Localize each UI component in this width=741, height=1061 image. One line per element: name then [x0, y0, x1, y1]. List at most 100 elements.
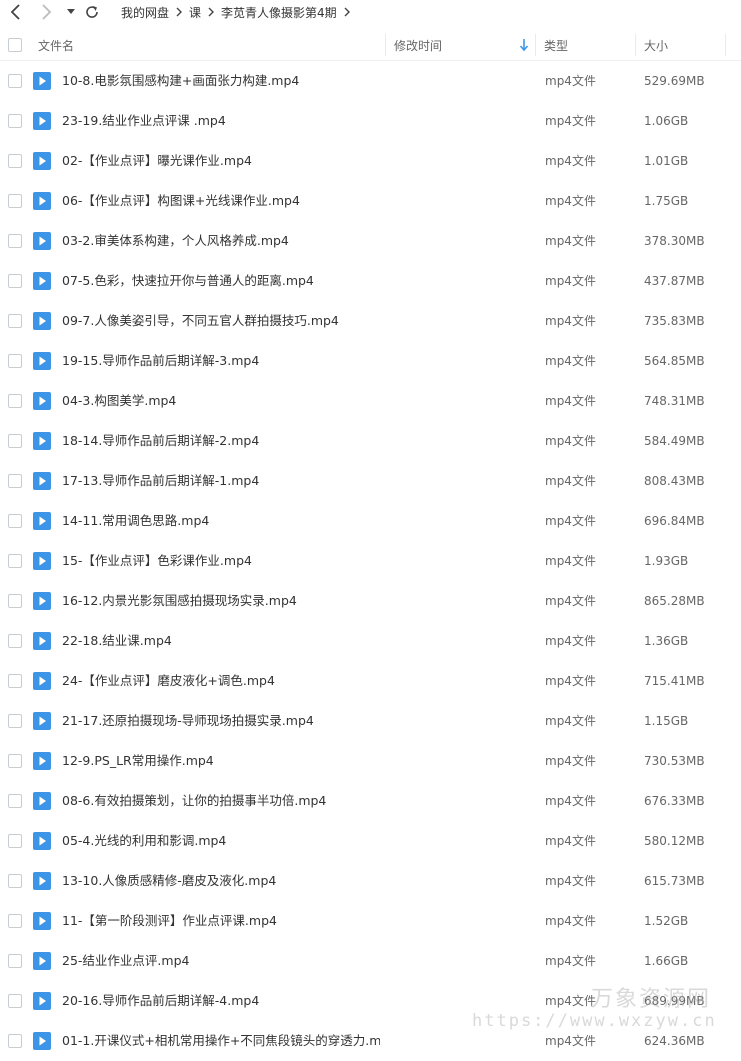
video-file-icon[interactable] — [33, 352, 51, 370]
video-file-icon[interactable] — [33, 272, 51, 290]
file-name[interactable]: 16-12.内景光影氛围感拍摄现场实录.mp4 — [62, 581, 297, 621]
file-row[interactable]: 04-3.构图美学.mp4 mp4文件 748.31MB — [0, 381, 741, 421]
column-divider[interactable] — [385, 34, 386, 56]
row-checkbox[interactable] — [8, 714, 22, 728]
row-checkbox[interactable] — [8, 314, 22, 328]
file-name[interactable]: 17-13.导师作品前后期详解-1.mp4 — [62, 461, 259, 501]
row-checkbox[interactable] — [8, 674, 22, 688]
video-file-icon[interactable] — [33, 312, 51, 330]
file-row[interactable]: 16-12.内景光影氛围感拍摄现场实录.mp4 mp4文件 865.28MB — [0, 581, 741, 621]
column-divider[interactable] — [635, 34, 636, 56]
refresh-button[interactable] — [82, 0, 102, 24]
video-file-icon[interactable] — [33, 992, 51, 1010]
file-row[interactable]: 21-17.还原拍摄现场-导师现场拍摄实录.mp4 mp4文件 1.15GB — [0, 701, 741, 741]
row-checkbox[interactable] — [8, 394, 22, 408]
file-row[interactable]: 12-9.PS_LR常用操作.mp4 mp4文件 730.53MB — [0, 741, 741, 781]
video-file-icon[interactable] — [33, 232, 51, 250]
column-divider[interactable] — [535, 34, 536, 56]
file-row[interactable]: 11-【第一阶段测评】作业点评课.mp4 mp4文件 1.52GB — [0, 901, 741, 941]
breadcrumb-item-my-drive[interactable]: 我的网盘 — [121, 4, 169, 21]
file-name[interactable]: 06-【作业点评】构图课+光线课作业.mp4 — [62, 181, 300, 221]
video-file-icon[interactable] — [33, 952, 51, 970]
file-row[interactable]: 08-6.有效拍摄策划，让你的拍摄事半功倍.mp4 mp4文件 676.33MB — [0, 781, 741, 821]
history-dropdown-button[interactable] — [64, 0, 78, 24]
video-file-icon[interactable] — [33, 552, 51, 570]
file-name[interactable]: 20-16.导师作品前后期详解-4.mp4 — [62, 981, 259, 1021]
row-checkbox[interactable] — [8, 834, 22, 848]
row-checkbox[interactable] — [8, 74, 22, 88]
file-name[interactable]: 10-8.电影氛围感构建+画面张力构建.mp4 — [62, 61, 299, 101]
video-file-icon[interactable] — [33, 152, 51, 170]
file-name[interactable]: 21-17.还原拍摄现场-导师现场拍摄实录.mp4 — [62, 701, 314, 741]
file-row[interactable]: 10-8.电影氛围感构建+画面张力构建.mp4 mp4文件 529.69MB — [0, 61, 741, 101]
video-file-icon[interactable] — [33, 112, 51, 130]
row-checkbox[interactable] — [8, 234, 22, 248]
file-name[interactable]: 05-4.光线的利用和影调.mp4 — [62, 821, 226, 861]
video-file-icon[interactable] — [33, 912, 51, 930]
row-checkbox[interactable] — [8, 1034, 22, 1048]
file-name[interactable]: 04-3.构图美学.mp4 — [62, 381, 176, 421]
row-checkbox[interactable] — [8, 154, 22, 168]
file-name[interactable]: 01-1.开课仪式+相机常用操作+不同焦段镜头的穿透力.m... — [62, 1021, 380, 1061]
video-file-icon[interactable] — [33, 592, 51, 610]
row-checkbox[interactable] — [8, 514, 22, 528]
video-file-icon[interactable] — [33, 472, 51, 490]
file-name[interactable]: 19-15.导师作品前后期详解-3.mp4 — [62, 341, 259, 381]
row-checkbox[interactable] — [8, 874, 22, 888]
file-name[interactable]: 03-2.审美体系构建，个人风格养成.mp4 — [62, 221, 289, 261]
row-checkbox[interactable] — [8, 594, 22, 608]
file-name[interactable]: 15-【作业点评】色彩课作业.mp4 — [62, 541, 252, 581]
video-file-icon[interactable] — [33, 432, 51, 450]
file-row[interactable]: 05-4.光线的利用和影调.mp4 mp4文件 580.12MB — [0, 821, 741, 861]
file-row[interactable]: 13-10.人像质感精修-磨皮及液化.mp4 mp4文件 615.73MB — [0, 861, 741, 901]
file-row[interactable]: 09-7.人像美姿引导，不同五官人群拍摄技巧.mp4 mp4文件 735.83MB — [0, 301, 741, 341]
row-checkbox[interactable] — [8, 914, 22, 928]
row-checkbox[interactable] — [8, 554, 22, 568]
row-checkbox[interactable] — [8, 954, 22, 968]
file-name[interactable]: 11-【第一阶段测评】作业点评课.mp4 — [62, 901, 277, 941]
row-checkbox[interactable] — [8, 754, 22, 768]
file-name[interactable]: 25-结业作业点评.mp4 — [62, 941, 189, 981]
breadcrumb-item-course[interactable]: 课 — [189, 4, 201, 21]
file-name[interactable]: 14-11.常用调色思路.mp4 — [62, 501, 209, 541]
file-row[interactable]: 17-13.导师作品前后期详解-1.mp4 mp4文件 808.43MB — [0, 461, 741, 501]
file-name[interactable]: 24-【作业点评】磨皮液化+调色.mp4 — [62, 661, 275, 701]
row-checkbox[interactable] — [8, 474, 22, 488]
video-file-icon[interactable] — [33, 1032, 51, 1050]
file-row[interactable]: 15-【作业点评】色彩课作业.mp4 mp4文件 1.93GB — [0, 541, 741, 581]
file-name[interactable]: 23-19.结业作业点评课 .mp4 — [62, 101, 226, 141]
back-button[interactable] — [6, 0, 26, 24]
file-row[interactable]: 23-19.结业作业点评课 .mp4 mp4文件 1.06GB — [0, 101, 741, 141]
column-divider[interactable] — [725, 34, 726, 56]
row-checkbox[interactable] — [8, 634, 22, 648]
file-name[interactable]: 18-14.导师作品前后期详解-2.mp4 — [62, 421, 259, 461]
file-name[interactable]: 07-5.色彩，快速拉开你与普通人的距离.mp4 — [62, 261, 314, 301]
file-name[interactable]: 09-7.人像美姿引导，不同五官人群拍摄技巧.mp4 — [62, 301, 339, 341]
file-name[interactable]: 02-【作业点评】曝光课作业.mp4 — [62, 141, 252, 181]
file-name[interactable]: 12-9.PS_LR常用操作.mp4 — [62, 741, 214, 781]
video-file-icon[interactable] — [33, 392, 51, 410]
row-checkbox[interactable] — [8, 354, 22, 368]
column-header-name[interactable]: 文件名 — [38, 30, 74, 60]
video-file-icon[interactable] — [33, 192, 51, 210]
column-header-size[interactable]: 大小 — [644, 30, 668, 60]
video-file-icon[interactable] — [33, 872, 51, 890]
row-checkbox[interactable] — [8, 434, 22, 448]
row-checkbox[interactable] — [8, 114, 22, 128]
file-row[interactable]: 18-14.导师作品前后期详解-2.mp4 mp4文件 584.49MB — [0, 421, 741, 461]
row-checkbox[interactable] — [8, 794, 22, 808]
column-header-type[interactable]: 类型 — [544, 30, 568, 60]
file-row[interactable]: 24-【作业点评】磨皮液化+调色.mp4 mp4文件 715.41MB — [0, 661, 741, 701]
file-row[interactable]: 02-【作业点评】曝光课作业.mp4 mp4文件 1.01GB — [0, 141, 741, 181]
file-row[interactable]: 22-18.结业课.mp4 mp4文件 1.36GB — [0, 621, 741, 661]
video-file-icon[interactable] — [33, 752, 51, 770]
row-checkbox[interactable] — [8, 994, 22, 1008]
file-row[interactable]: 25-结业作业点评.mp4 mp4文件 1.66GB — [0, 941, 741, 981]
forward-button[interactable] — [36, 0, 56, 24]
video-file-icon[interactable] — [33, 72, 51, 90]
video-file-icon[interactable] — [33, 712, 51, 730]
file-row[interactable]: 06-【作业点评】构图课+光线课作业.mp4 mp4文件 1.75GB — [0, 181, 741, 221]
video-file-icon[interactable] — [33, 792, 51, 810]
column-header-modified[interactable]: 修改时间 — [394, 30, 442, 60]
video-file-icon[interactable] — [33, 632, 51, 650]
